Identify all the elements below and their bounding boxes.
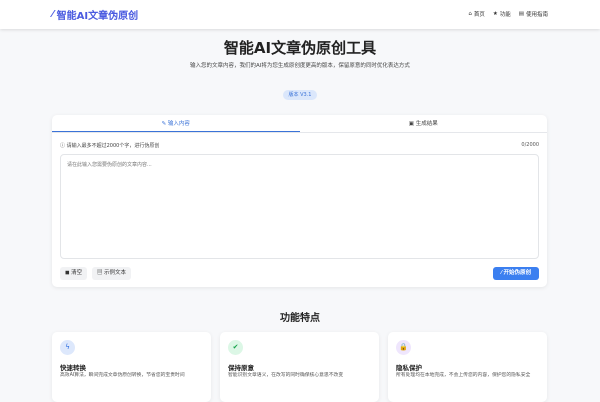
- home-icon: ⌂: [468, 11, 472, 17]
- tab-label: 生成结果: [415, 121, 438, 127]
- lightning-icon: ϟ: [60, 340, 75, 355]
- pencil-icon: ✎: [161, 121, 167, 127]
- button-label: 清空: [71, 270, 83, 276]
- feature-card: ✔ 保持原意 智能识别文章语义，在改写的同时确保核心意思不改变: [220, 332, 379, 402]
- document-icon: ▣: [408, 121, 414, 127]
- nav-guide[interactable]: ▤ 使用指南: [519, 10, 548, 18]
- input-hint: ⓘ 请输入最多不超过2000个字，进行伪原创: [60, 142, 159, 149]
- lock-icon: 🔒: [396, 340, 411, 355]
- feature-title: 保持原意: [228, 364, 254, 372]
- nav-label: 首页: [473, 12, 485, 18]
- star-icon: ★: [492, 11, 498, 17]
- magic-wand-icon: ⁄: [52, 9, 54, 20]
- char-counter: 0/2000: [521, 142, 539, 148]
- start-button[interactable]: ⁄ 开始伪原创: [493, 267, 539, 280]
- header: ⁄ 智能AI文章伪原创 ⌂ 首页 ★ 功能 ▤ 使用指南: [0, 0, 600, 29]
- features-title: 功能特点: [280, 313, 320, 324]
- version-badge: 版本 V3.1: [283, 90, 317, 100]
- info-icon: ⓘ: [60, 143, 66, 149]
- logo-text: 智能AI文章伪原创: [56, 11, 139, 22]
- logo[interactable]: ⁄ 智能AI文章伪原创: [52, 7, 138, 22]
- trash-icon: ◼: [65, 270, 70, 276]
- hint-text: 请输入最多不超过2000个字，进行伪原创: [66, 143, 160, 149]
- sample-text-button[interactable]: ▤ 示例文本: [92, 267, 132, 280]
- nav-features[interactable]: ★ 功能: [493, 10, 511, 18]
- book-icon: ▤: [518, 11, 524, 17]
- nav-home[interactable]: ⌂ 首页: [468, 10, 485, 18]
- feature-desc: 智能识别文章语义，在改写的同时确保核心意思不改变: [228, 373, 344, 378]
- button-label: 示例文本: [104, 270, 127, 276]
- article-input[interactable]: [60, 154, 539, 259]
- file-icon: ▤: [97, 270, 103, 276]
- button-label: 开始伪原创: [503, 270, 531, 276]
- clear-button[interactable]: ◼ 清空: [60, 267, 88, 280]
- feature-card: 🔒 隐私保护 所有处理均在本地完成，不会上传您的内容，保护您的隐私安全: [388, 332, 547, 402]
- feature-desc: 高效AI算法，瞬间完成文章伪原创转换，节省您的宝贵时间: [60, 373, 185, 378]
- magic-wand-icon: ⁄: [501, 270, 502, 276]
- nav: ⌂ 首页 ★ 功能 ▤ 使用指南: [468, 10, 548, 18]
- page-subtitle: 输入您的文章内容，我们的AI将为您生成原创度更高的版本，保留原意的同时优化表达方…: [190, 63, 410, 69]
- nav-label: 使用指南: [525, 12, 548, 18]
- feature-card: ϟ 快速转换 高效AI算法，瞬间完成文章伪原创转换，节省您的宝贵时间: [52, 332, 211, 402]
- feature-desc: 所有处理均在本地完成，不会上传您的内容，保护您的隐私安全: [396, 373, 531, 378]
- tab-input[interactable]: ✎ 输入内容: [52, 115, 300, 132]
- nav-label: 功能: [499, 12, 511, 18]
- feature-title: 快速转换: [60, 364, 86, 372]
- tab-label: 输入内容: [167, 121, 190, 127]
- feature-title: 隐私保护: [396, 364, 422, 372]
- tab-result[interactable]: ▣ 生成结果: [300, 115, 548, 132]
- page-title: 智能AI文章伪原创工具: [223, 39, 377, 57]
- check-circle-icon: ✔: [228, 340, 243, 355]
- editor-card: ✎ 输入内容 ▣ 生成结果 ⓘ 请输入最多不超过2000个字，进行伪原创 0/2…: [52, 115, 547, 287]
